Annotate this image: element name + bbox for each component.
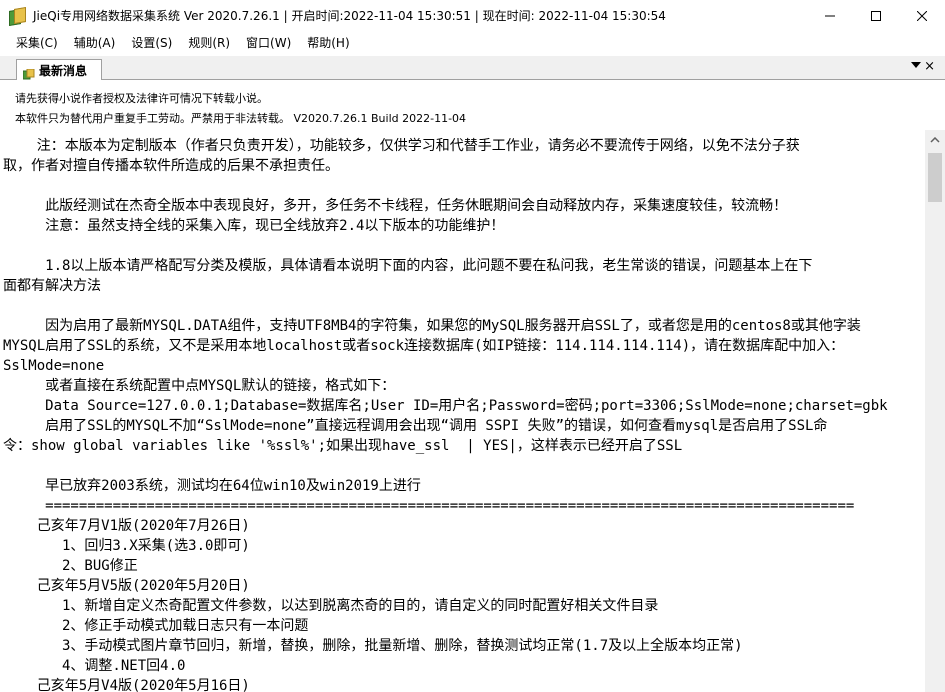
text-line: 4、调整.NET回4.0 — [3, 658, 186, 674]
menu-bar: 采集(C) 辅助(A) 设置(S) 规则(R) 窗口(W) 帮助(H) — [0, 31, 945, 57]
maximize-button[interactable] — [853, 0, 899, 31]
text-line: MYSQL启用了SSL的系统，又不是采用本地localhost或者sock连接数… — [3, 338, 845, 354]
menu-rules[interactable]: 规则(R) — [180, 31, 238, 56]
text-line: 或者直接在系统配置中点MYSQL默认的链接，格式如下： — [3, 378, 396, 394]
tab-latest-news[interactable]: 最新消息 — [16, 59, 102, 80]
text-line: 己亥年7月V1版(2020年7月26日) — [3, 518, 250, 534]
text-line: 因为启用了最新MYSQL.DATA组件，支持UTF8MB4的字符集，如果您的My… — [3, 318, 861, 334]
text-line: 2、修正手动模式加载日志只有一本问题 — [3, 618, 309, 634]
chevron-up-icon — [930, 137, 940, 143]
text-line: ========================================… — [3, 498, 855, 514]
text-line: 1.8以上版本请严格配写分类及模版，具体请看本说明下面的内容，此问题不要在私问我… — [3, 258, 813, 274]
minimize-icon — [825, 15, 835, 16]
scroll-thumb[interactable] — [928, 153, 942, 202]
text-line: 此版经测试在杰奇全版本中表现良好，多开，多任务不卡线程，任务休眠期间会自动释放内… — [3, 198, 788, 214]
text-line: 面都有解决方法 — [3, 278, 101, 294]
text-line: SslMode=none — [3, 358, 105, 374]
tab-label: 最新消息 — [39, 63, 88, 78]
window-title: JieQi专用网络数据采集系统 Ver 2020.7.26.1 | 开启时间:2… — [33, 9, 666, 23]
text-line: 早已放弃2003系统，测试均在64位win10及win2019上进行 — [3, 478, 421, 494]
menu-settings[interactable]: 设置(S) — [123, 31, 180, 56]
notice-header: 请先获得小说作者授权及法律许可情况下转载小说。 本软件只为替代用户重复手工劳动。… — [0, 80, 945, 128]
text-line: 2、BUG修正 — [3, 558, 138, 574]
menu-assist[interactable]: 辅助(A) — [66, 31, 124, 56]
minimize-button[interactable] — [807, 0, 853, 31]
text-line: 3、手动模式图片章节回归，新增，替换，删除，批量新增、删除，替换测试均正常(1.… — [3, 638, 743, 654]
text-line: Data Source=127.0.0.1;Database=数据库名;User… — [3, 398, 888, 414]
text-line: 己亥年5月V4版(2020年5月16日) — [3, 678, 250, 692]
text-line: 启用了SSL的MYSQL不加“SslMode=none”直接远程调用会出现“调用… — [3, 418, 828, 434]
text-line: 己亥年5月V5版(2020年5月20日) — [3, 578, 250, 594]
text-line: 注：本版本为定制版本（作者只负责开发），功能较多，仅供学习和代替手工作业，请务必… — [3, 138, 800, 154]
close-button[interactable] — [899, 0, 945, 31]
tab-close-icon[interactable]: × — [924, 59, 935, 74]
menu-collect[interactable]: 采集(C) — [8, 31, 66, 56]
release-notes-text[interactable]: 注：本版本为定制版本（作者只负责开发），功能较多，仅供学习和代替手工作业，请务必… — [0, 130, 925, 692]
maximize-icon — [871, 10, 881, 21]
text-line: 令：show global variables like '%ssl%';如果出… — [3, 438, 683, 454]
menu-window[interactable]: 窗口(W) — [238, 31, 299, 56]
text-line: 1、回归3.X采集(选3.0即可) — [3, 538, 250, 554]
scroll-up-button[interactable] — [925, 130, 945, 150]
text-line: 1、新增自定义杰奇配置文件参数，以达到脱离杰奇的目的，请自定义的同时配置好相关文… — [3, 598, 659, 614]
close-icon — [917, 10, 927, 21]
document-tab-strip: 最新消息 × — [0, 57, 945, 80]
vertical-scrollbar[interactable] — [925, 130, 945, 692]
title-bar: JieQi专用网络数据采集系统 Ver 2020.7.26.1 | 开启时间:2… — [0, 0, 945, 31]
notice-usage: 本软件只为替代用户重复手工劳动。严禁用于非法转载。 V2020.7.26.1 B… — [15, 112, 467, 125]
app-books-icon — [9, 6, 26, 26]
notice-authorization: 请先获得小说作者授权及法律许可情况下转载小说。 — [15, 92, 268, 105]
tab-list-dropdown-icon[interactable] — [911, 62, 921, 68]
menu-help[interactable]: 帮助(H) — [299, 31, 357, 56]
text-line: 取，作者对擅自传播本软件所造成的后果不承担责任。 — [3, 158, 339, 174]
news-book-icon — [22, 65, 35, 79]
text-line: 注意：虽然支持全线的采集入库，现已全线放弃2.4以下版本的功能维护！ — [3, 218, 505, 234]
